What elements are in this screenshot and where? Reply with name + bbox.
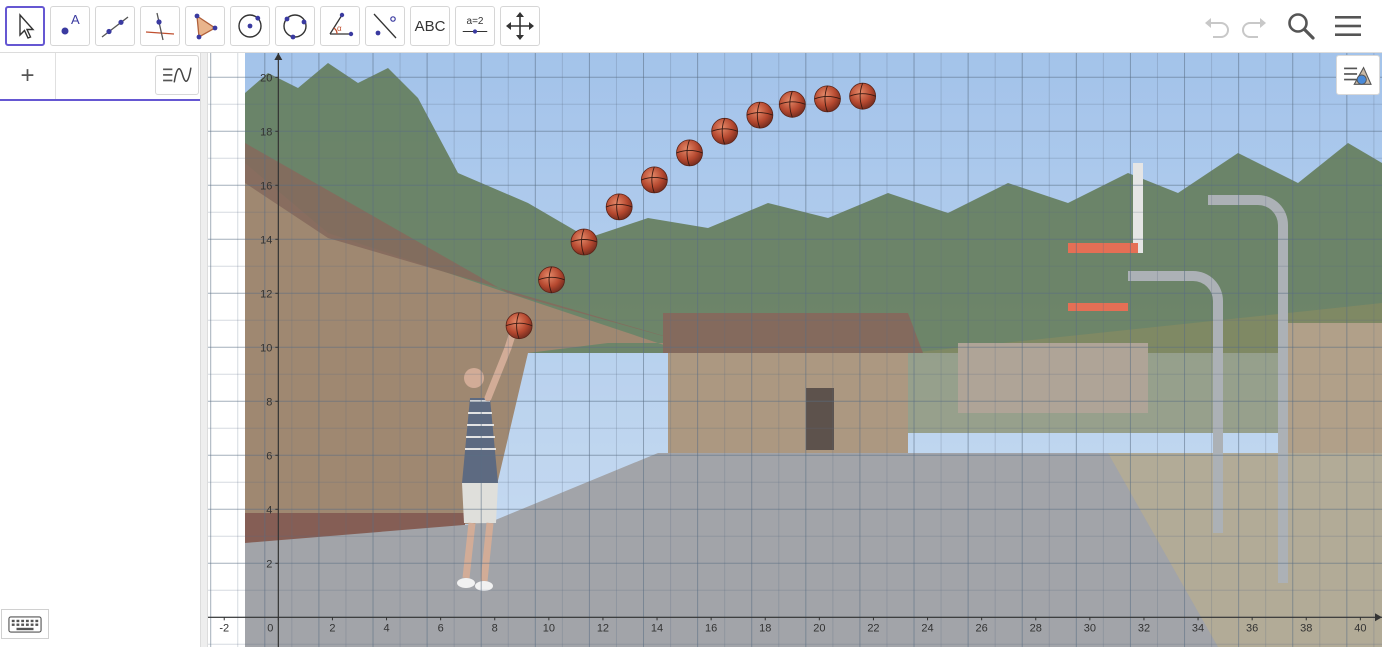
- x-tick-label: 0: [267, 622, 273, 634]
- x-tick-label: 32: [1138, 622, 1150, 634]
- graphics-canvas[interactable]: -2 0 2 4 6 8 10 12 14 16 18 20 22 24 26 28 30 32 34 36 38 402…: [208, 53, 1382, 647]
- point-tool-label: A: [71, 12, 80, 27]
- graphics-style-bar-button[interactable]: [1336, 55, 1380, 95]
- x-tick-label: 22: [867, 622, 879, 634]
- search-icon: [1288, 13, 1315, 40]
- algebra-style-bar-button[interactable]: [155, 55, 199, 95]
- y-tick-label: 14: [260, 234, 272, 246]
- move-tool-button[interactable]: [5, 6, 45, 46]
- toolbar: A α ABC a=2: [0, 0, 1382, 53]
- basketball: [640, 166, 668, 194]
- y-tick-label: 20: [260, 72, 272, 84]
- virtual-keyboard-button[interactable]: [1, 609, 49, 639]
- arrow-cursor-icon: [19, 13, 35, 39]
- y-tick-label: 8: [266, 396, 272, 408]
- add-item-button[interactable]: +: [0, 53, 56, 99]
- search-button[interactable]: [1283, 8, 1319, 44]
- basketball: [605, 193, 633, 221]
- polygon-tool-button[interactable]: [185, 6, 225, 46]
- x-tick-label: 12: [597, 622, 609, 634]
- x-tick-label: 30: [1084, 622, 1096, 634]
- algebra-view: +: [0, 53, 201, 647]
- basketball: [814, 85, 841, 113]
- x-tick-label: 6: [438, 622, 444, 634]
- move-graphics-view-tool-button[interactable]: [500, 6, 540, 46]
- view-splitter[interactable]: [201, 53, 208, 647]
- x-tick-label: -2: [219, 622, 229, 634]
- undo-icon: [1205, 18, 1229, 38]
- reflect-tool-button[interactable]: [365, 6, 405, 46]
- basketball: [778, 90, 806, 118]
- x-tick-label: 26: [976, 622, 988, 634]
- y-tick-label: 10: [260, 342, 272, 354]
- x-tick-label: 16: [705, 622, 717, 634]
- add-label: +: [20, 62, 35, 89]
- algebra-settings-icon: [163, 67, 192, 83]
- undo-button[interactable]: [1199, 8, 1235, 44]
- circle-center-tool-button[interactable]: [230, 6, 270, 46]
- y-tick-label: 4: [266, 504, 272, 516]
- redo-button[interactable]: [1236, 8, 1272, 44]
- y-tick-label: 18: [260, 126, 272, 138]
- angle-icon: α: [329, 12, 354, 37]
- x-tick-label: 18: [759, 622, 771, 634]
- x-tick-label: 34: [1192, 622, 1204, 634]
- slider-tool-button[interactable]: a=2: [455, 6, 495, 46]
- circle-center-icon: [238, 14, 262, 38]
- text-tool-label: ABC: [414, 17, 446, 35]
- algebra-input-row[interactable]: +: [0, 53, 200, 101]
- menu-icon: [1335, 16, 1361, 36]
- basketball: [746, 101, 774, 129]
- basketball: [505, 312, 533, 340]
- angle-tool-label: α: [337, 24, 342, 33]
- x-tick-label: 36: [1246, 622, 1258, 634]
- text-tool-button[interactable]: ABC: [410, 6, 450, 46]
- x-tick-label: 38: [1300, 622, 1312, 634]
- basketball: [676, 139, 703, 167]
- x-tick-label: 24: [921, 622, 933, 634]
- circle-three-points-icon: [283, 14, 307, 40]
- graphics-settings-icon: [1344, 66, 1372, 85]
- x-tick-label: 2: [329, 622, 335, 634]
- y-tick-label: 16: [260, 180, 272, 192]
- slider-icon: a=2: [461, 15, 489, 36]
- basketball: [849, 82, 877, 110]
- y-tick-label: 2: [266, 558, 272, 570]
- main-menu-button[interactable]: [1330, 8, 1366, 44]
- x-tick-label: 14: [651, 622, 663, 634]
- x-tick-label: 28: [1030, 622, 1042, 634]
- x-tick-label: 8: [492, 622, 498, 634]
- polygon-icon: [194, 13, 218, 40]
- circle-three-points-tool-button[interactable]: [275, 6, 315, 46]
- perpendicular-line-tool-button[interactable]: [140, 6, 180, 46]
- redo-icon: [1242, 18, 1266, 38]
- point-icon: A: [61, 12, 80, 35]
- slider-tool-label: a=2: [466, 15, 484, 27]
- perpendicular-icon: [145, 12, 175, 41]
- point-tool-button[interactable]: A: [50, 6, 90, 46]
- keyboard-icon: [8, 615, 42, 633]
- basketball: [538, 266, 565, 294]
- y-tick-label: 12: [260, 288, 272, 300]
- move-arrows-icon: [506, 12, 534, 40]
- x-tick-label: 4: [383, 622, 389, 634]
- line-icon: [101, 16, 129, 38]
- basketball: [570, 228, 598, 256]
- x-tick-label: 40: [1354, 622, 1366, 634]
- line-tool-button[interactable]: [95, 6, 135, 46]
- graphics-view[interactable]: -2 0 2 4 6 8 10 12 14 16 18 20 22 24 26 28 30 32 34 36 38 40 2…: [208, 53, 1382, 647]
- y-tick-label: 6: [266, 450, 272, 462]
- angle-tool-button[interactable]: α: [320, 6, 360, 46]
- reflect-icon: [373, 13, 397, 39]
- x-tick-label: 10: [543, 622, 555, 634]
- basketball: [711, 117, 739, 145]
- x-tick-label: 20: [813, 622, 825, 634]
